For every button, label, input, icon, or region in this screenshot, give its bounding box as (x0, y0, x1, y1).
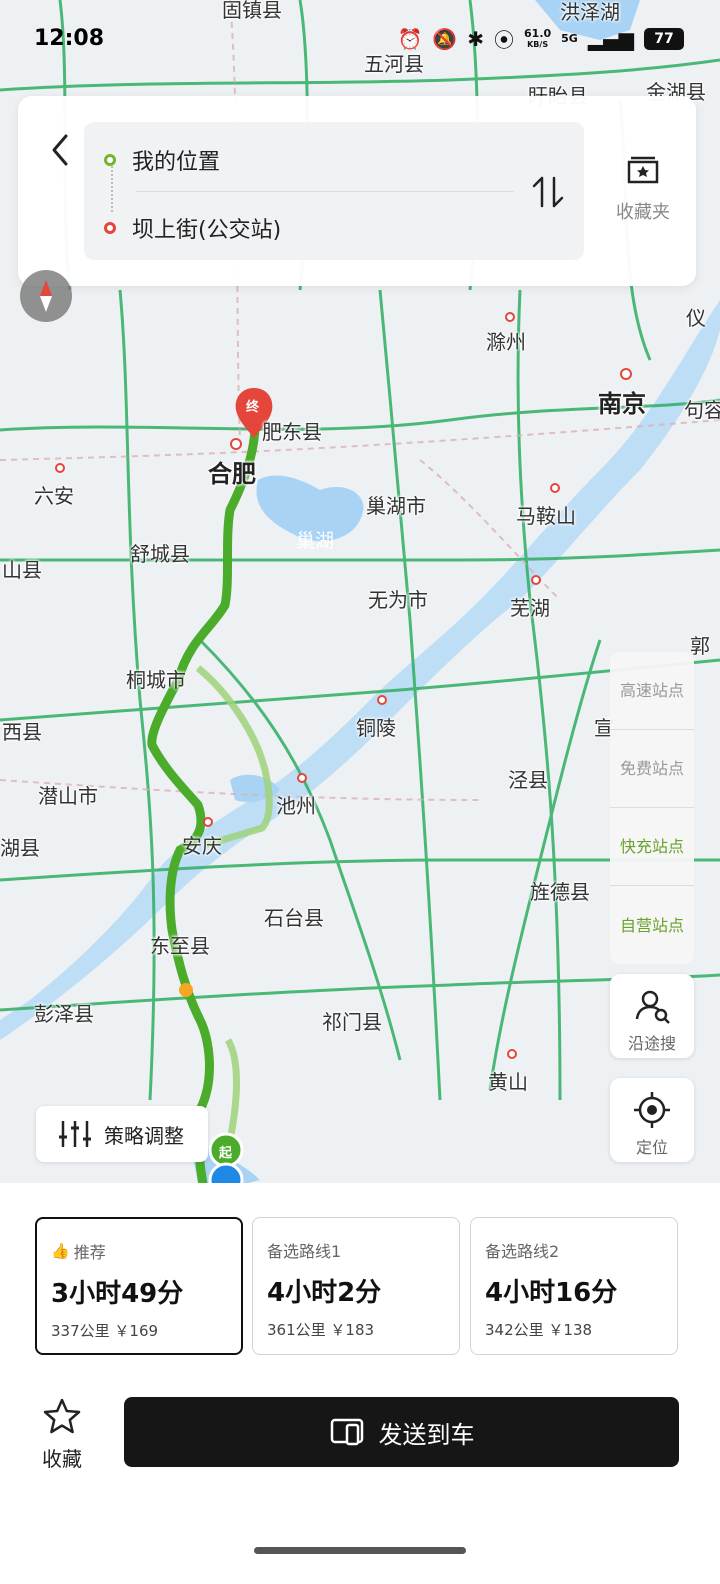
screen: 固镇县 洪泽湖 五河县 盱眙县 金湖县 滁州 南京 肥东县 合肥 六安 巢湖市 … (0, 0, 720, 1584)
route-search-card: 我的位置 坝上街(公交站) 收藏夹 (18, 96, 696, 286)
fast-charge-toggle[interactable]: 快充站点 (610, 808, 694, 886)
map-label: 泾县 (508, 768, 548, 792)
map-label: 旌德县 (530, 880, 590, 904)
collect-label: 收藏 (42, 1447, 82, 1471)
status-icons: ⏰ 🔕 ✱ ⦿ 61.0 KB/S 5G ▂▄▆ 77 (397, 24, 684, 53)
destination-dot-icon (104, 222, 116, 234)
location-icon: ⦿ (494, 28, 515, 52)
signal-icon: ▂▄▆ (587, 26, 634, 51)
map-label: 舒城县 (130, 542, 190, 566)
map-label: 马鞍山 (516, 504, 576, 528)
map-label: 铜陵 (356, 716, 396, 740)
map-label: 巢湖 (296, 530, 335, 552)
start-marker-label: 起 (219, 1146, 233, 1161)
strategy-adjust-button[interactable]: 策略调整 (36, 1106, 208, 1162)
mute-bell-icon: 🔕 (432, 26, 458, 51)
route-option-alt-2[interactable]: 备选路线2 4小时16分 342公里 ￥138 (470, 1217, 678, 1355)
route-duration: 3小时49分 (51, 1279, 184, 1309)
phone-car-icon (330, 1418, 363, 1446)
map-label: 安庆 (182, 834, 222, 858)
map-label: 芜湖 (510, 596, 550, 620)
route-duration: 4小时2分 (267, 1278, 382, 1308)
back-button[interactable] (46, 130, 76, 170)
chevron-left-icon (52, 134, 68, 166)
map-label: 石台县 (264, 906, 324, 930)
route-inputs: 我的位置 坝上街(公交站) (84, 122, 584, 260)
map-label: 巢湖市 (366, 494, 426, 518)
route-options-sheet: 👍 推荐 3小时49分 337公里 ￥169 备选路线1 4小时2分 361公里… (0, 1183, 720, 1584)
route-meta: 342公里 ￥138 (485, 1321, 593, 1339)
map-label: 仪 (686, 306, 706, 330)
free-stations-toggle[interactable]: 免费站点 (610, 730, 694, 808)
map-label: 六安 (34, 484, 74, 508)
map-label: 祁门县 (322, 1010, 382, 1034)
map-label: 西县 (2, 720, 42, 744)
map-label: 池州 (276, 794, 316, 818)
map-label: 桐城市 (126, 668, 186, 692)
divider (136, 191, 514, 192)
map-label: 黄山 (488, 1070, 528, 1094)
along-route-label: 沿途搜 (627, 1034, 676, 1053)
folder-star-icon (627, 156, 659, 184)
swap-button[interactable] (530, 172, 566, 212)
status-time: 12:08 (34, 26, 105, 51)
compass-button[interactable] (20, 270, 72, 322)
compass-icon (40, 280, 52, 312)
net-speed: 61.0 KB/S (524, 26, 552, 49)
crosshair-icon (634, 1092, 670, 1128)
home-indicator[interactable] (254, 1547, 466, 1554)
map-label: 山县 (2, 558, 42, 582)
origin-dot-icon (104, 154, 116, 166)
route-tag: 备选路线1 (267, 1242, 342, 1261)
destination-field[interactable]: 坝上街(公交站) (104, 212, 281, 244)
along-route-search-button[interactable]: 沿途搜 (610, 974, 694, 1058)
status-bar: 12:08 ⏰ 🔕 ✱ ⦿ 61.0 KB/S 5G ▂▄▆ 77 (0, 0, 720, 80)
map-label: 肥东县 (262, 420, 322, 444)
map-label: 无为市 (368, 588, 428, 612)
bluetooth-icon: ✱ (467, 26, 485, 51)
favorites-label: 收藏夹 (616, 202, 670, 223)
map-label: 南京 (598, 390, 646, 418)
person-search-icon (635, 990, 670, 1024)
favorites-folder-button[interactable]: 收藏夹 (606, 154, 680, 224)
thumbs-up-icon: 👍 (51, 1242, 70, 1260)
self-operated-toggle[interactable]: 自营站点 (610, 886, 694, 964)
map-label: 东至县 (150, 934, 210, 958)
locate-button[interactable]: 定位 (610, 1078, 694, 1162)
highway-stations-toggle[interactable]: 高速站点 (610, 652, 694, 730)
star-icon (43, 1398, 81, 1434)
route-meta: 337公里 ￥169 (51, 1322, 159, 1340)
end-marker-label: 终 (246, 400, 260, 415)
map-label: 句容 (684, 398, 720, 422)
origin-text: 我的位置 (132, 150, 221, 175)
route-meta: 361公里 ￥183 (267, 1321, 375, 1339)
origin-field[interactable]: 我的位置 (104, 144, 220, 176)
alt-route-line-south (224, 1038, 240, 1141)
send-to-car-label: 发送到车 (378, 1420, 475, 1449)
route-option-recommended[interactable]: 👍 推荐 3小时49分 337公里 ￥169 (35, 1217, 243, 1355)
strategy-label: 策略调整 (104, 1123, 184, 1148)
route-tag: 备选路线2 (485, 1242, 560, 1261)
map-label: 彭泽县 (34, 1002, 94, 1026)
map-label: 潜山市 (38, 784, 98, 808)
battery-icon: 77 (644, 27, 684, 50)
send-to-car-button[interactable]: 发送到车 (124, 1397, 679, 1467)
sliders-icon (59, 1121, 91, 1147)
route-option-alt-1[interactable]: 备选路线1 4小时2分 361公里 ￥183 (252, 1217, 460, 1355)
map-label: 滁州 (486, 330, 526, 354)
alarm-icon: ⏰ (397, 26, 423, 51)
collect-button[interactable]: 收藏 (36, 1397, 88, 1472)
map-label: 合肥 (208, 460, 256, 488)
swap-arrows-icon (532, 176, 564, 208)
destination-text: 坝上街(公交站) (132, 218, 282, 243)
toll-icon (179, 983, 193, 997)
locate-label: 定位 (635, 1138, 668, 1157)
route-duration: 4小时16分 (485, 1278, 618, 1308)
connector-line (111, 166, 113, 212)
map-label: 湖县 (0, 836, 40, 860)
net-type: 5G (561, 32, 578, 45)
route-tag: 👍 推荐 (51, 1242, 106, 1262)
station-filter-panel: 高速站点 免费站点 快充站点 自营站点 (610, 652, 694, 964)
